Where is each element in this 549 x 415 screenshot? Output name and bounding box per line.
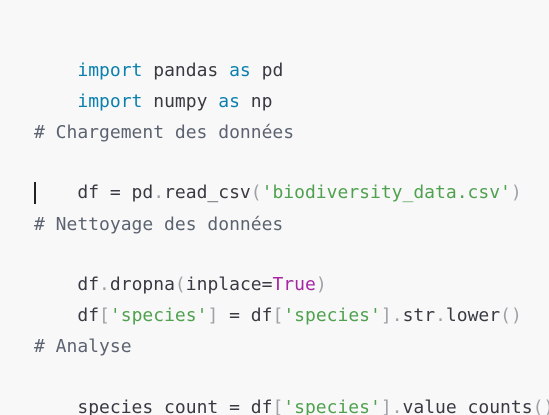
identifier: df (77, 305, 100, 326)
code-line-value-counts[interactable]: species_count = df['species'].value_coun… (34, 363, 549, 415)
code-comment-cleaning[interactable]: # Nettoyage des données (34, 210, 283, 240)
punctuation: [ (272, 305, 284, 326)
text-cursor (34, 182, 36, 204)
punctuation: ] (380, 397, 392, 415)
keyword: as (218, 91, 240, 112)
operator: = (218, 305, 251, 326)
punctuation: . (153, 182, 165, 203)
punctuation: () (500, 305, 522, 326)
method-name: lower (445, 305, 501, 326)
punctuation: ) (510, 182, 522, 203)
code-line-import-pandas[interactable]: import pandas as pd (34, 26, 283, 81)
punctuation: () (532, 397, 549, 415)
code-line-read-csv[interactable]: df = pd.read_csv('biodiversity_data.csv'… (34, 148, 521, 203)
string-literal: 'species' (283, 305, 381, 326)
alias-name: np (239, 91, 273, 112)
identifier: df (250, 305, 273, 326)
module-name: numpy (142, 91, 219, 112)
operator: = (109, 182, 121, 203)
keyword: import (77, 91, 143, 112)
operator: = (229, 397, 240, 415)
identifier: species_count (77, 397, 230, 415)
punctuation: ( (250, 182, 262, 203)
string-literal: 'biodiversity_data.csv' (261, 182, 511, 203)
identifier: df (239, 397, 273, 415)
code-comment-analysis[interactable]: # Analyse (34, 332, 132, 362)
code-editor[interactable]: import pandas as pd import numpy as np #… (0, 0, 549, 415)
punctuation: . (391, 397, 403, 415)
function-name: read_csv (164, 182, 251, 203)
code-line-dropna[interactable]: df.dropna(inplace=True) (34, 240, 326, 295)
method-name: str (402, 305, 436, 326)
string-literal: 'species' (109, 305, 208, 326)
punctuation: . (435, 305, 446, 326)
identifier: df (77, 182, 110, 203)
punctuation: ] (207, 305, 219, 326)
punctuation: . (391, 305, 403, 326)
punctuation: ] (380, 305, 392, 326)
punctuation: [ (272, 397, 284, 415)
identifier: pd (120, 182, 154, 203)
string-literal: 'species' (283, 397, 381, 415)
method-name: value_counts (402, 397, 533, 415)
code-line-import-numpy[interactable]: import numpy as np (34, 57, 272, 112)
punctuation: [ (99, 305, 110, 326)
code-comment-loading[interactable]: # Chargement des données (34, 118, 294, 148)
code-line-lowercase-species[interactable]: df['species'] = df['species'].str.lower(… (34, 271, 521, 326)
